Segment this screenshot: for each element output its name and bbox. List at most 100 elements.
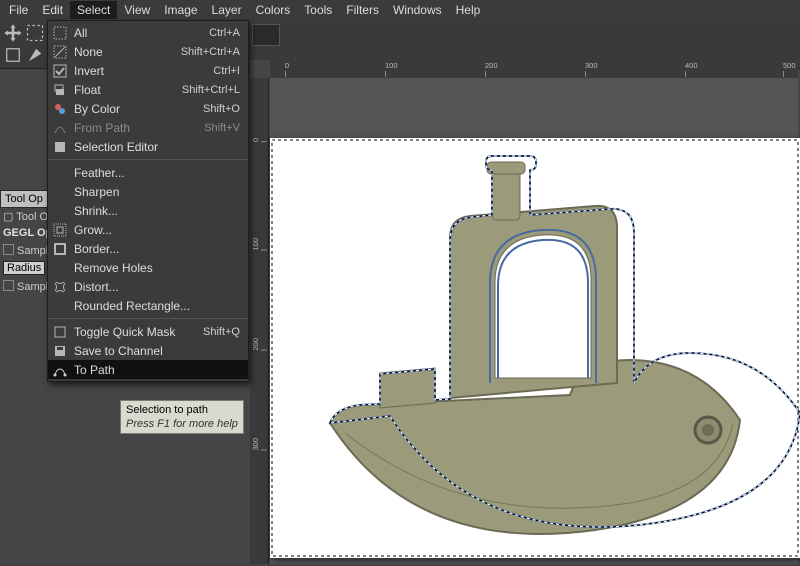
blank-icon <box>52 184 68 200</box>
border-icon <box>52 241 68 257</box>
menu-item-float[interactable]: Float Shift+Ctrl+L <box>48 80 248 99</box>
ruler-tick: 300 <box>251 438 260 451</box>
menu-item-rounded-rectangle[interactable]: Rounded Rectangle... <box>48 296 248 315</box>
menu-item-sharpen[interactable]: Sharpen <box>48 182 248 201</box>
menu-item-all[interactable]: All Ctrl+A <box>48 23 248 42</box>
ruler-tick: 400 <box>685 61 698 70</box>
menu-item-label: Distort... <box>74 280 240 294</box>
grow-icon <box>52 222 68 238</box>
menu-item-label: None <box>74 45 171 59</box>
blank-icon <box>52 260 68 276</box>
image-viewport[interactable] <box>270 78 798 564</box>
menu-item-grow[interactable]: Grow... <box>48 220 248 239</box>
menu-item-border[interactable]: Border... <box>48 239 248 258</box>
ruler-vertical[interactable]: 0 100 200 300 <box>250 78 269 564</box>
to-path-icon <box>52 362 68 378</box>
move-tool-icon[interactable] <box>3 23 23 43</box>
menu-item-remove-holes[interactable]: Remove Holes <box>48 258 248 277</box>
ruler-tick: 100 <box>251 238 260 251</box>
menu-item-invert[interactable]: Invert Ctrl+I <box>48 61 248 80</box>
menu-item-shrink[interactable]: Shrink... <box>48 201 248 220</box>
tooltip-title: Selection to path <box>126 403 238 417</box>
selection-editor-icon <box>52 139 68 155</box>
select-none-icon <box>52 44 68 60</box>
sample-merged-2[interactable]: Sample <box>0 277 48 295</box>
sample-merged-1[interactable]: Sample <box>0 241 48 259</box>
checkbox-icon <box>52 324 68 340</box>
tooltip: Selection to path Press F1 for more help <box>120 400 244 434</box>
menu-item-label: Selection Editor <box>74 140 240 154</box>
menu-item-label: Rounded Rectangle... <box>74 299 240 313</box>
checkbox-icon[interactable] <box>3 244 14 255</box>
fuzzy-select-icon[interactable] <box>25 45 45 65</box>
menu-separator <box>48 318 248 319</box>
menu-item-label: By Color <box>74 102 193 116</box>
menu-item-toggle-quick-mask[interactable]: Toggle Quick Mask Shift+Q <box>48 322 248 341</box>
float-icon <box>52 82 68 98</box>
menu-view[interactable]: View <box>117 1 157 19</box>
menu-item-label: To Path <box>74 363 240 377</box>
blank-icon <box>52 165 68 181</box>
ruler-tick: 300 <box>585 61 598 70</box>
ruler-tick: 100 <box>385 61 398 70</box>
menu-help[interactable]: Help <box>449 1 488 19</box>
menu-item-none[interactable]: None Shift+Ctrl+A <box>48 42 248 61</box>
menu-item-by-color[interactable]: By Color Shift+O <box>48 99 248 118</box>
menu-item-accel: Shift+O <box>203 103 240 115</box>
blank-icon <box>52 298 68 314</box>
menu-windows[interactable]: Windows <box>386 1 449 19</box>
menu-colors[interactable]: Colors <box>249 1 298 19</box>
menu-tools[interactable]: Tools <box>297 1 339 19</box>
menu-filters[interactable]: Filters <box>339 1 386 19</box>
menu-item-from-path: From Path Shift+V <box>48 118 248 137</box>
menu-item-accel: Ctrl+I <box>213 65 240 77</box>
menu-item-label: Feather... <box>74 166 240 180</box>
menu-item-accel: Shift+Ctrl+A <box>181 46 240 58</box>
radius-field[interactable]: Radius <box>3 261 45 275</box>
menu-file[interactable]: File <box>2 1 35 19</box>
menu-item-label: Float <box>74 83 172 97</box>
menu-item-label: Save to Channel <box>74 344 240 358</box>
document[interactable] <box>270 138 800 558</box>
menu-item-to-path[interactable]: To Path <box>48 360 248 379</box>
menu-item-accel: Ctrl+A <box>209 27 240 39</box>
tooltip-help: Press F1 for more help <box>126 417 238 431</box>
image-tabs <box>252 24 280 44</box>
menu-item-save-to-channel[interactable]: Save to Channel <box>48 341 248 360</box>
menu-item-label: Shrink... <box>74 204 240 218</box>
ruler-tick: 500 <box>783 61 796 70</box>
rect-select-icon[interactable] <box>25 23 45 43</box>
select-dropdown: All Ctrl+A None Shift+Ctrl+A Invert Ctrl… <box>47 20 249 382</box>
menu-item-selection-editor[interactable]: Selection Editor <box>48 137 248 156</box>
menu-item-distort[interactable]: Distort... <box>48 277 248 296</box>
tool-options-tab[interactable]: Tool Op <box>0 190 47 208</box>
menu-item-label: All <box>74 26 199 40</box>
select-all-icon <box>52 25 68 41</box>
menu-separator <box>48 159 248 160</box>
menu-item-feather[interactable]: Feather... <box>48 163 248 182</box>
image-tab[interactable] <box>252 24 280 46</box>
ruler-tick: 200 <box>485 61 498 70</box>
menu-item-label: Toggle Quick Mask <box>74 325 193 339</box>
canvas-area: 0 100 200 300 400 500 0 100 200 300 <box>250 60 798 564</box>
menu-image[interactable]: Image <box>157 1 204 19</box>
save-channel-icon <box>52 343 68 359</box>
ruler-horizontal[interactable]: 0 100 200 300 400 500 <box>270 60 798 79</box>
menu-select[interactable]: Select <box>70 1 117 19</box>
menu-item-label: Grow... <box>74 223 240 237</box>
document-content <box>270 138 800 558</box>
menu-edit[interactable]: Edit <box>35 1 70 19</box>
ruler-tick: 0 <box>285 61 289 70</box>
menu-item-accel: Shift+Q <box>203 326 240 338</box>
menu-item-label: From Path <box>74 121 194 135</box>
menu-item-accel: Shift+Ctrl+L <box>182 84 240 96</box>
by-color-icon <box>52 101 68 117</box>
checkbox-icon[interactable] <box>3 280 14 291</box>
ruler-tick: 0 <box>251 138 260 142</box>
radius-row: Radius <box>0 259 48 277</box>
menu-layer[interactable]: Layer <box>205 1 249 19</box>
menu-item-label: Invert <box>74 64 203 78</box>
menubar: File Edit Select View Image Layer Colors… <box>0 0 800 21</box>
from-path-icon <box>52 120 68 136</box>
marquee-icon[interactable] <box>3 45 23 65</box>
